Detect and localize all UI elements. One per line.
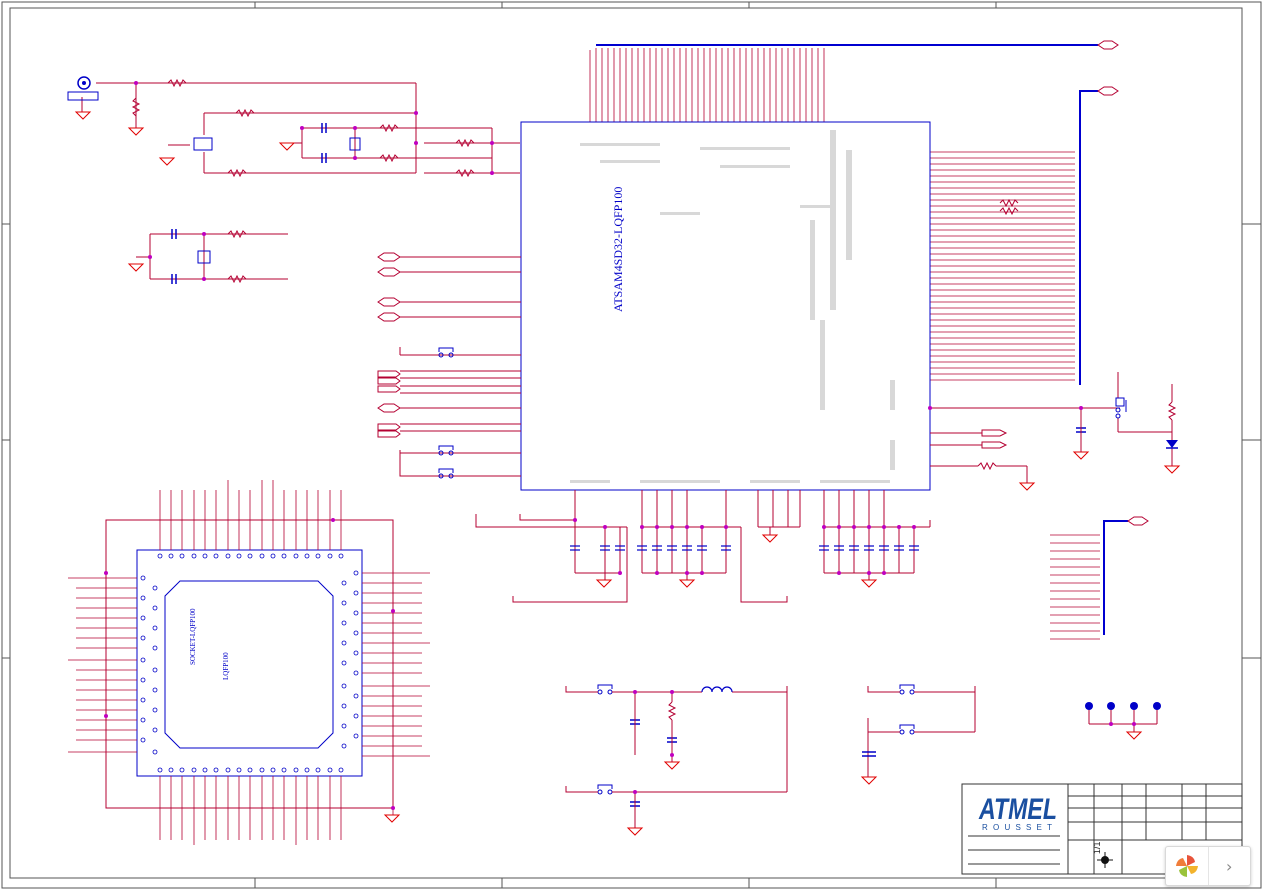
sheet-number: 1/1 [1092, 841, 1102, 854]
socket-part-label: SOCKET-LQFP100 [189, 608, 197, 665]
inductor [701, 686, 733, 693]
mcu-chip: ATSAM4SD32-LQFP100 [520, 121, 931, 491]
right-bus-lines [930, 151, 1100, 640]
atmel-location: ROUSSET [982, 823, 1052, 832]
top-bus-lines [589, 48, 825, 122]
viewer-nav-widget[interactable]: › [1165, 846, 1251, 886]
led [1166, 440, 1178, 449]
test-points [1085, 702, 1161, 732]
mcu-part-label: ATSAM4SD32-LQFP100 [611, 187, 625, 312]
left-signals [399, 256, 575, 528]
ground-symbols [74, 111, 1181, 836]
power-supply [565, 686, 976, 828]
coax-connector [67, 76, 99, 101]
left-port-connectors [377, 252, 1008, 449]
socket-footprint-label: LQFP100 [222, 652, 230, 680]
bus-connectors [1097, 40, 1149, 526]
battery [862, 751, 876, 757]
pinwheel-logo-icon[interactable] [1166, 847, 1208, 885]
jumpers [438, 347, 915, 795]
reset-circuit [930, 372, 1173, 483]
reset-button [1115, 397, 1127, 419]
decoupling-caps [570, 545, 919, 551]
schematic-sheet: ATSAM4SD32-LQFP100 SOCKET-LQFP100 LQFP10… [1, 1, 1262, 889]
lqfp-socket: SOCKET-LQFP100 LQFP100 [68, 480, 430, 845]
clock-input-circuit [81, 82, 520, 280]
drawing-frame [1, 1, 1262, 889]
atmel-logo: ATMEL [978, 793, 1057, 826]
crystals [193, 137, 361, 264]
next-page-button[interactable]: › [1207, 847, 1251, 885]
capacitors [171, 123, 1086, 807]
